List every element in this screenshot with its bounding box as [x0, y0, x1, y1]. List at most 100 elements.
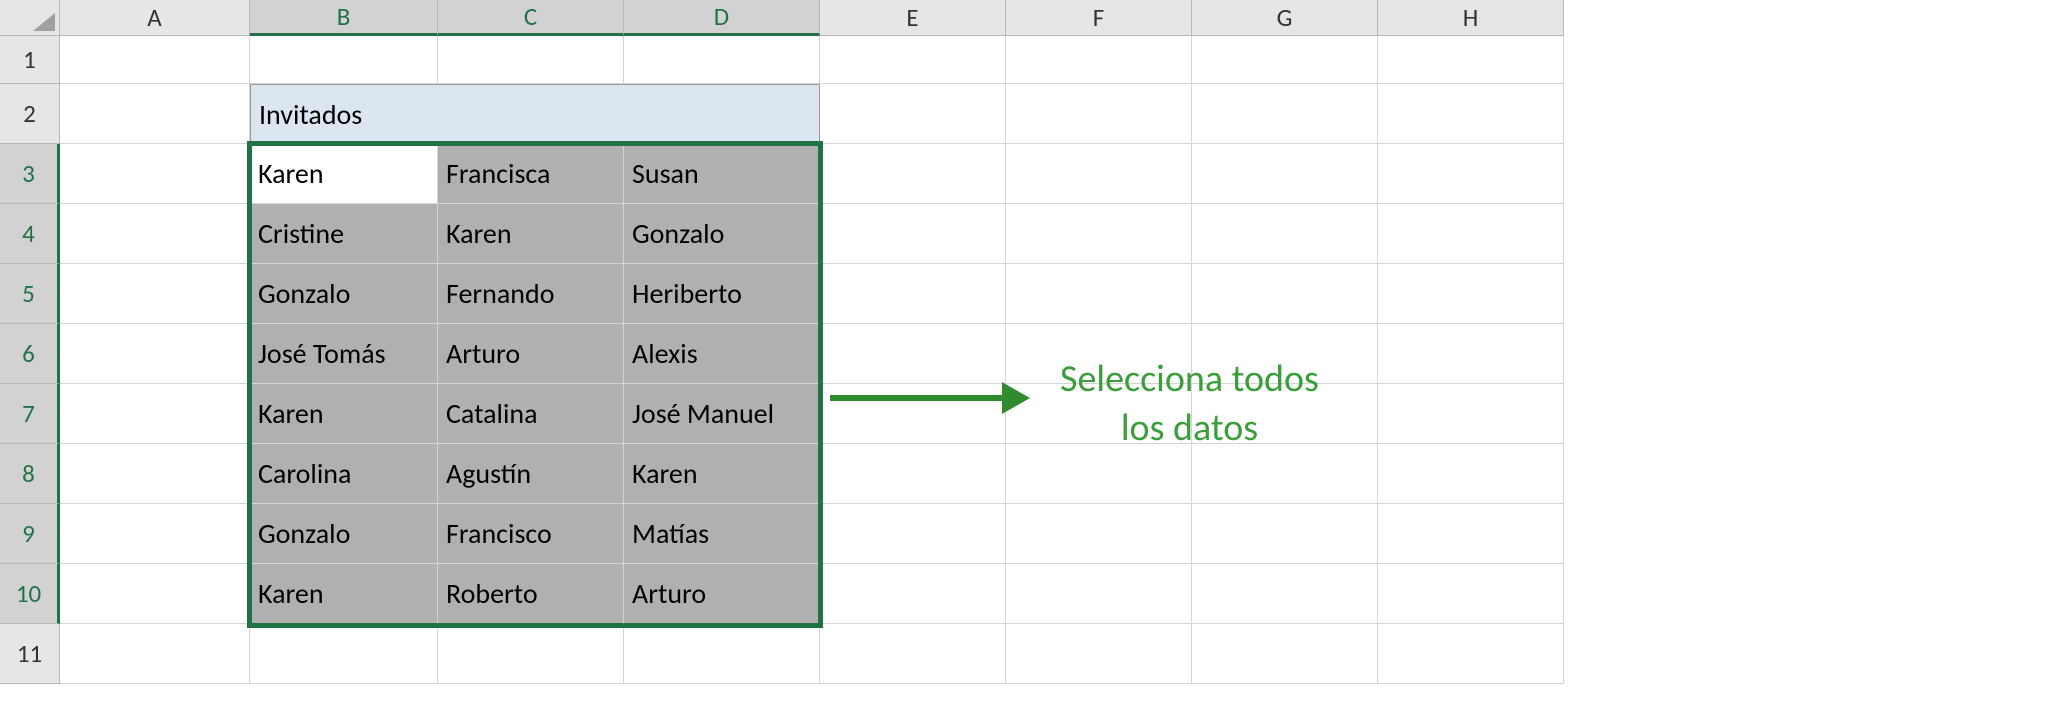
cell-F5[interactable] — [1006, 264, 1192, 324]
cell-A7[interactable] — [60, 384, 250, 444]
cell-E6[interactable] — [820, 324, 1006, 384]
cell-H3[interactable] — [1378, 144, 1564, 204]
cell-G5[interactable] — [1192, 264, 1378, 324]
cell-H2[interactable] — [1378, 84, 1564, 144]
cell-C3[interactable]: Francisca — [438, 144, 624, 204]
cell-H7[interactable] — [1378, 384, 1564, 444]
cell-B9[interactable]: Gonzalo — [250, 504, 438, 564]
row-header-7[interactable]: 7 — [0, 384, 60, 444]
cell-B3[interactable]: Karen — [250, 144, 438, 204]
cell-E11[interactable] — [820, 624, 1006, 684]
cell-B10[interactable]: Karen — [250, 564, 438, 624]
row-header-9[interactable]: 9 — [0, 504, 60, 564]
cell-B5[interactable]: Gonzalo — [250, 264, 438, 324]
col-header-F[interactable]: F — [1006, 0, 1192, 36]
cell-F2[interactable] — [1006, 84, 1192, 144]
cell-D9[interactable]: Matías — [624, 504, 820, 564]
cell-B6[interactable]: José Tomás — [250, 324, 438, 384]
cell-F4[interactable] — [1006, 204, 1192, 264]
cell-A3[interactable] — [60, 144, 250, 204]
cell-F1[interactable] — [1006, 36, 1192, 84]
cell-H1[interactable] — [1378, 36, 1564, 84]
cell-E10[interactable] — [820, 564, 1006, 624]
cell-B2-merged[interactable]: Invitados — [250, 84, 820, 144]
cell-G2[interactable] — [1192, 84, 1378, 144]
cell-B11[interactable] — [250, 624, 438, 684]
cell-B7[interactable]: Karen — [250, 384, 438, 444]
cell-E2[interactable] — [820, 84, 1006, 144]
cell-H8[interactable] — [1378, 444, 1564, 504]
row-header-5[interactable]: 5 — [0, 264, 60, 324]
cell-H5[interactable] — [1378, 264, 1564, 324]
cell-E4[interactable] — [820, 204, 1006, 264]
cell-H10[interactable] — [1378, 564, 1564, 624]
cell-D10[interactable]: Arturo — [624, 564, 820, 624]
cell-A6[interactable] — [60, 324, 250, 384]
col-header-A[interactable]: A — [60, 0, 250, 36]
cell-F11[interactable] — [1006, 624, 1192, 684]
cell-H4[interactable] — [1378, 204, 1564, 264]
cell-A4[interactable] — [60, 204, 250, 264]
cell-C8[interactable]: Agustín — [438, 444, 624, 504]
cell-C5[interactable]: Fernando — [438, 264, 624, 324]
row-header-10[interactable]: 10 — [0, 564, 60, 624]
row-header-6[interactable]: 6 — [0, 324, 60, 384]
cell-G11[interactable] — [1192, 624, 1378, 684]
col-header-G[interactable]: G — [1192, 0, 1378, 36]
cell-F3[interactable] — [1006, 144, 1192, 204]
cell-C9[interactable]: Francisco — [438, 504, 624, 564]
cell-E3[interactable] — [820, 144, 1006, 204]
cell-C6[interactable]: Arturo — [438, 324, 624, 384]
col-header-E[interactable]: E — [820, 0, 1006, 36]
cell-F9[interactable] — [1006, 504, 1192, 564]
cell-C11[interactable] — [438, 624, 624, 684]
cell-D1[interactable] — [624, 36, 820, 84]
cell-C1[interactable] — [438, 36, 624, 84]
cell-G4[interactable] — [1192, 204, 1378, 264]
row-header-3[interactable]: 3 — [0, 144, 60, 204]
row-1: 1 — [0, 36, 2054, 84]
row-header-8[interactable]: 8 — [0, 444, 60, 504]
col-header-B[interactable]: B — [250, 0, 438, 36]
cell-G3[interactable] — [1192, 144, 1378, 204]
cell-D8[interactable]: Karen — [624, 444, 820, 504]
cell-G1[interactable] — [1192, 36, 1378, 84]
cell-E9[interactable] — [820, 504, 1006, 564]
cell-D11[interactable] — [624, 624, 820, 684]
cell-E8[interactable] — [820, 444, 1006, 504]
col-header-D[interactable]: D — [624, 0, 820, 36]
cell-A9[interactable] — [60, 504, 250, 564]
cell-D3[interactable]: Susan — [624, 144, 820, 204]
cell-H6[interactable] — [1378, 324, 1564, 384]
col-header-C[interactable]: C — [438, 0, 624, 36]
cell-A8[interactable] — [60, 444, 250, 504]
cell-A2[interactable] — [60, 84, 250, 144]
cell-F10[interactable] — [1006, 564, 1192, 624]
row-header-1[interactable]: 1 — [0, 36, 60, 84]
cell-A5[interactable] — [60, 264, 250, 324]
cell-G10[interactable] — [1192, 564, 1378, 624]
row-header-11[interactable]: 11 — [0, 624, 60, 684]
cell-A10[interactable] — [60, 564, 250, 624]
cell-D5[interactable]: Heriberto — [624, 264, 820, 324]
cell-D7[interactable]: José Manuel — [624, 384, 820, 444]
cell-G9[interactable] — [1192, 504, 1378, 564]
cell-D6[interactable]: Alexis — [624, 324, 820, 384]
cell-C4[interactable]: Karen — [438, 204, 624, 264]
cell-D4[interactable]: Gonzalo — [624, 204, 820, 264]
cell-C10[interactable]: Roberto — [438, 564, 624, 624]
row-header-4[interactable]: 4 — [0, 204, 60, 264]
cell-B4[interactable]: Cristine — [250, 204, 438, 264]
row-header-2[interactable]: 2 — [0, 84, 60, 144]
cell-A1[interactable] — [60, 36, 250, 84]
cell-H11[interactable] — [1378, 624, 1564, 684]
select-all-corner[interactable] — [0, 0, 60, 36]
cell-B8[interactable]: Carolina — [250, 444, 438, 504]
cell-E1[interactable] — [820, 36, 1006, 84]
cell-H9[interactable] — [1378, 504, 1564, 564]
cell-E5[interactable] — [820, 264, 1006, 324]
col-header-H[interactable]: H — [1378, 0, 1564, 36]
cell-A11[interactable] — [60, 624, 250, 684]
cell-B1[interactable] — [250, 36, 438, 84]
cell-C7[interactable]: Catalina — [438, 384, 624, 444]
